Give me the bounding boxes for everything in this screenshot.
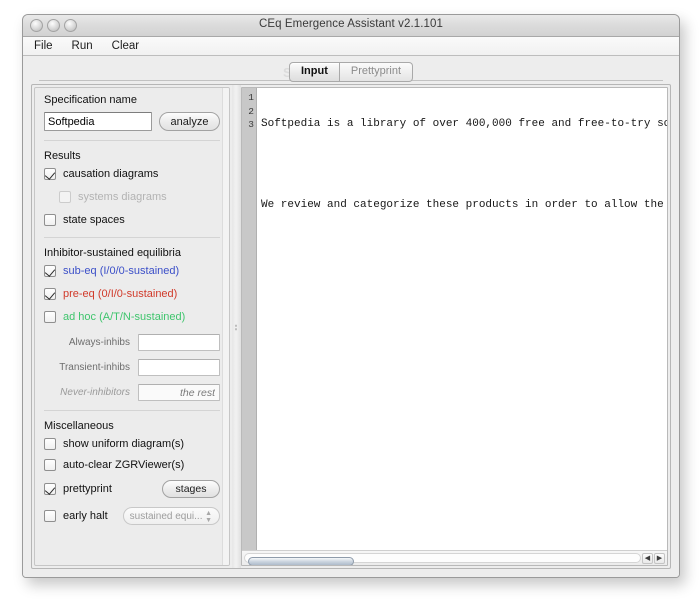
transient-inhibs-input[interactable] <box>138 359 220 376</box>
checkbox-early-halt-label: early halt <box>63 510 108 522</box>
editor-line: Softpedia is a library of over 400,000 f… <box>261 118 667 130</box>
field-row-always-inhibs: Always-inhibs <box>44 334 220 351</box>
specification-name-row: analyze <box>44 112 220 131</box>
checkbox-row-causation-diagrams[interactable]: causation diagrams <box>44 168 220 180</box>
editor-line: We review and categorize these products … <box>261 199 664 211</box>
analyze-button[interactable]: analyze <box>159 112 220 131</box>
checkbox-pre-eq-icon[interactable] <box>44 288 56 300</box>
early-halt-select-value: sustained equi... <box>129 510 203 522</box>
scrollbar-track[interactable] <box>244 553 641 565</box>
checkbox-row-ad-hoc[interactable]: ad hoc (A/T/N-sustained) <box>44 311 220 323</box>
transient-inhibs-label: Transient-inhibs <box>59 362 130 373</box>
early-halt-select[interactable]: sustained equi... ▲ ▼ <box>122 507 220 525</box>
checkbox-state-spaces-label: state spaces <box>63 214 125 226</box>
title-bar: CEq Emergence Assistant v2.1.101 <box>23 15 679 37</box>
scrollbar-thumb[interactable] <box>248 557 354 565</box>
field-row-never-inhibitors: Never-inhibitors <box>44 384 220 401</box>
never-inhibitors-input <box>138 384 220 401</box>
checkbox-ad-hoc-icon[interactable] <box>44 311 56 323</box>
checkbox-row-prettyprint[interactable]: prettyprint stages <box>44 480 220 498</box>
checkbox-ad-hoc-label: ad hoc (A/T/N-sustained) <box>63 311 186 323</box>
checkbox-causation-diagrams-label: causation diagrams <box>63 168 159 180</box>
menu-bar: File Run Clear <box>23 37 679 56</box>
tab-list: Input Prettyprint <box>288 62 414 82</box>
line-number: 3 <box>248 119 254 130</box>
split-pane-divider[interactable] <box>232 85 241 568</box>
line-number-gutter: 1 2 3 <box>242 88 257 550</box>
checkbox-pre-eq-label: pre-eq (0/I/0-sustained) <box>63 288 178 300</box>
specification-name-input[interactable] <box>44 112 152 131</box>
divider-grip-icon <box>234 323 238 331</box>
checkbox-sub-eq-icon[interactable] <box>44 265 56 277</box>
results-section-label: Results <box>44 150 81 162</box>
tab-input[interactable]: Input <box>288 62 340 82</box>
checkbox-causation-diagrams-icon[interactable] <box>44 168 56 180</box>
checkbox-row-state-spaces[interactable]: state spaces <box>44 214 220 226</box>
editor-area: 1 2 3 Softpedia is a library of over 400… <box>242 88 667 550</box>
window-content: SOFTPEDIA Input Prettyprint Specificatio… <box>23 57 679 577</box>
checkbox-auto-clear-zgrviewer-icon[interactable] <box>44 459 56 471</box>
window-title: CEq Emergence Assistant v2.1.101 <box>258 18 444 30</box>
divider-rule-3 <box>44 410 220 411</box>
miscellaneous-section-label: Miscellaneous <box>44 420 114 432</box>
editor-horizontal-scrollbar[interactable]: ◀ ▶ <box>242 550 667 565</box>
scroll-right-arrow-icon[interactable]: ▶ <box>654 553 665 564</box>
checkbox-systems-diagrams-icon <box>59 191 71 203</box>
checkbox-sub-eq-label: sub-eq (I/0/0-sustained) <box>63 265 180 277</box>
field-row-transient-inhibs: Transient-inhibs <box>44 359 220 376</box>
checkbox-row-systems-diagrams: systems diagrams <box>59 191 220 203</box>
menu-clear[interactable]: Clear <box>110 40 141 52</box>
checkbox-row-early-halt[interactable]: early halt sustained equi... ▲ ▼ <box>44 507 220 525</box>
menu-run[interactable]: Run <box>70 40 95 52</box>
checkbox-show-uniform-diagram-icon[interactable] <box>44 438 56 450</box>
never-inhibitors-label: Never-inhibitors <box>60 387 130 398</box>
line-number: 2 <box>248 105 254 117</box>
divider-rule-2 <box>44 237 220 238</box>
tab-prettyprint[interactable]: Prettyprint <box>339 62 414 82</box>
divider-rule-1 <box>44 140 220 141</box>
options-panel-scrollbar[interactable] <box>222 88 229 565</box>
checkbox-row-show-uniform-diagram[interactable]: show uniform diagram(s) <box>44 438 220 450</box>
checkbox-systems-diagrams-label: systems diagrams <box>78 191 167 203</box>
scroll-left-arrow-icon[interactable]: ◀ <box>642 553 653 564</box>
checkbox-auto-clear-zgrviewer-label: auto-clear ZGRViewer(s) <box>63 459 185 471</box>
stepper-arrows-icon: ▲ ▼ <box>205 510 212 524</box>
split-pane: Specification name analyze Results causa… <box>31 84 671 569</box>
menu-file[interactable]: File <box>32 40 55 52</box>
checkbox-state-spaces-icon[interactable] <box>44 214 56 226</box>
checkbox-early-halt-icon[interactable] <box>44 510 56 522</box>
checkbox-show-uniform-diagram-label: show uniform diagram(s) <box>63 438 185 450</box>
tab-strip: SOFTPEDIA Input Prettyprint <box>31 62 671 82</box>
always-inhibs-input[interactable] <box>138 334 220 351</box>
stages-button[interactable]: stages <box>162 480 220 498</box>
always-inhibs-label: Always-inhibs <box>68 337 130 348</box>
equilibria-section-label: Inhibitor-sustained equilibria <box>44 247 181 259</box>
specification-name-label: Specification name <box>44 94 137 106</box>
editor-panel: 1 2 3 Softpedia is a library of over 400… <box>241 87 668 566</box>
checkbox-row-pre-eq[interactable]: pre-eq (0/I/0-sustained) <box>44 288 220 300</box>
application-window: CEq Emergence Assistant v2.1.101 File Ru… <box>22 14 680 578</box>
checkbox-row-sub-eq[interactable]: sub-eq (I/0/0-sustained) <box>44 265 220 277</box>
editor-text-content[interactable]: Softpedia is a library of over 400,000 f… <box>257 88 667 550</box>
checkbox-row-auto-clear-zgrviewer[interactable]: auto-clear ZGRViewer(s) <box>44 459 220 471</box>
line-number: 1 <box>248 92 254 103</box>
checkbox-prettyprint-icon[interactable] <box>44 483 56 495</box>
options-panel: Specification name analyze Results causa… <box>34 87 230 566</box>
checkbox-prettyprint-label: prettyprint <box>63 483 112 495</box>
